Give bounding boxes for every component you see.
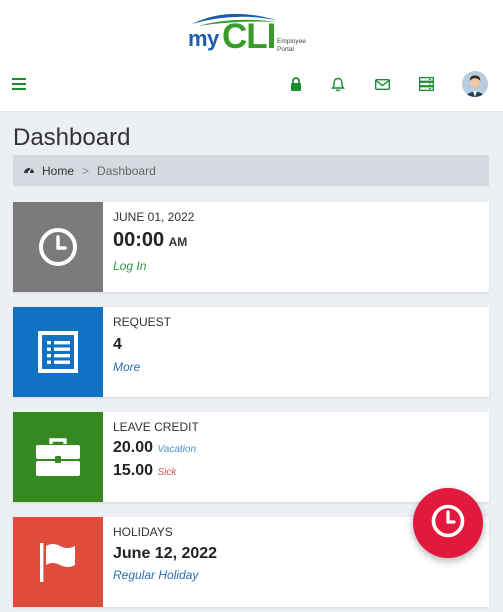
breadcrumb: Home > Dashboard — [13, 155, 489, 186]
sick-row: 15.00 Sick — [113, 462, 199, 480]
user-avatar[interactable] — [462, 71, 488, 97]
logo-sub-line2: Portal — [277, 45, 294, 53]
mail-icon[interactable] — [371, 73, 393, 95]
bell-icon[interactable] — [327, 73, 349, 95]
request-card-body: REQUEST 4 More — [113, 315, 171, 374]
request-label: REQUEST — [113, 315, 172, 329]
leave-card-body: LEAVE CREDIT 20.00 Vacation 15.00 Sick — [113, 420, 199, 480]
time-card: JUNE 01, 2022 00:00 AM Log In — [13, 202, 489, 292]
breadcrumb-separator: > — [82, 163, 90, 178]
vacation-label: Vacation — [157, 444, 197, 455]
hamburger-menu-icon[interactable] — [8, 73, 30, 95]
list-document-icon — [13, 307, 103, 397]
vacation-row: 20.00 Vacation — [113, 439, 199, 457]
request-card: REQUEST 4 More — [13, 307, 489, 397]
request-more-link[interactable]: More — [113, 360, 171, 374]
current-time-row: 00:00 AM — [113, 229, 194, 252]
server-icon[interactable] — [415, 73, 437, 95]
sick-value: 15.00 — [113, 462, 154, 479]
next-holiday-date: June 12, 2022 — [113, 545, 218, 562]
current-time: 00:00 — [113, 229, 165, 251]
dashboard-gauge-icon — [23, 164, 35, 178]
leave-credit-card: LEAVE CREDIT 20.00 Vacation 15.00 Sick — [13, 412, 489, 502]
clock-icon — [13, 202, 103, 292]
briefcase-icon — [13, 412, 103, 502]
holidays-card-body: HOLIDAYS June 12, 2022 Regular Holiday — [113, 525, 217, 582]
time-card-body: JUNE 01, 2022 00:00 AM Log In — [113, 210, 194, 273]
logo-cli: CLI — [222, 17, 276, 56]
flag-icon — [13, 517, 103, 607]
top-header: my CLI Employee Portal — [0, 0, 503, 112]
clock-fab-button[interactable] — [413, 488, 483, 558]
page-title: Dashboard — [13, 124, 131, 151]
clock-icon — [430, 503, 466, 544]
login-link[interactable]: Log In — [113, 259, 194, 273]
logo-my: my — [188, 26, 219, 51]
logo-subtitle: Employee Portal — [277, 38, 306, 53]
holiday-type: Regular Holiday — [113, 568, 199, 582]
lock-icon[interactable] — [285, 73, 307, 95]
breadcrumb-current: Dashboard — [97, 163, 156, 178]
breadcrumb-home-link[interactable]: Home — [42, 164, 74, 178]
mycli-logo[interactable]: my CLI Employee Portal — [186, 10, 316, 58]
leave-credit-label: LEAVE CREDIT — [113, 420, 199, 434]
current-date: JUNE 01, 2022 — [113, 210, 195, 224]
vacation-value: 20.00 — [113, 439, 154, 456]
request-count: 4 — [113, 336, 122, 353]
holidays-label: HOLIDAYS — [113, 525, 173, 539]
logo-sub-line1: Employee — [277, 38, 306, 45]
current-ampm: AM — [168, 235, 188, 249]
sick-label: Sick — [157, 467, 177, 478]
